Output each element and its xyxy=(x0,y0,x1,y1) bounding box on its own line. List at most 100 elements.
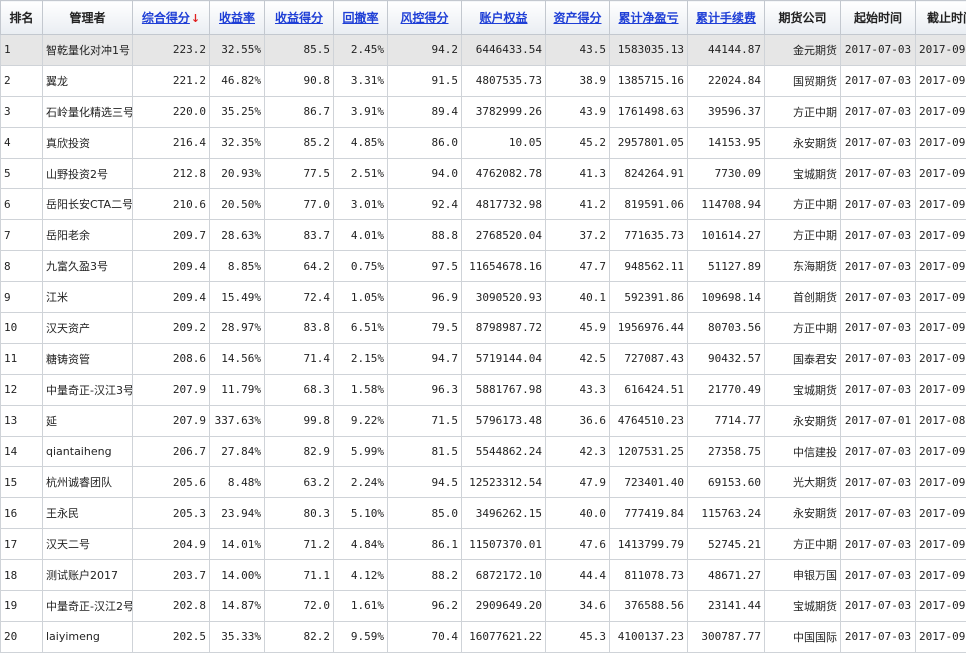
header-score-label: 综合得分 xyxy=(141,11,190,25)
cell-drawdown: 4.12% xyxy=(333,559,388,592)
cell-pnl: 4764510.23 xyxy=(609,404,688,437)
cell-risk_score: 96.9 xyxy=(387,281,462,314)
cell-fee: 69153.60 xyxy=(687,466,765,499)
header-score[interactable]: 综合得分↓ xyxy=(132,0,210,35)
cell-manager: 真欣投资 xyxy=(42,126,133,159)
header-risk_score[interactable]: 风控得分 xyxy=(387,0,462,35)
cell-firm: 永安期货 xyxy=(764,497,841,530)
cell-score: 210.6 xyxy=(132,188,210,221)
cell-score: 216.4 xyxy=(132,126,210,159)
cell-fee: 300787.77 xyxy=(687,620,765,653)
cell-pnl: 771635.73 xyxy=(609,219,688,252)
cell-risk_score: 85.0 xyxy=(387,497,462,530)
cell-pnl: 824264.91 xyxy=(609,157,688,190)
cell-score: 209.7 xyxy=(132,219,210,252)
cell-manager: 石岭量化精选三号 xyxy=(42,95,133,128)
cell-fee: 14153.95 xyxy=(687,126,765,159)
cell-firm: 申银万国 xyxy=(764,559,841,592)
cell-rank: 13 xyxy=(0,404,43,437)
cell-end: 2017-09-21 xyxy=(915,528,966,561)
cell-fee: 39596.37 xyxy=(687,95,765,128)
cell-drawdown: 4.01% xyxy=(333,219,388,252)
header-drawdown[interactable]: 回撤率 xyxy=(333,0,388,35)
table-row[interactable]: 8 九富久盈3号 209.4 8.85% 64.2 0.75% 97.5 11654678.1… xyxy=(0,250,966,283)
cell-start: 2017-07-03 xyxy=(840,590,916,622)
table-row[interactable]: 4 真欣投资 216.4 32.35% 85.2 4.85% 86.0 10.05 45.2 29… xyxy=(0,126,966,159)
cell-asset_score: 47.6 xyxy=(545,528,610,561)
table-header: 排名 管理者 综合得分↓ 收益率 收益得分 回撤率 风控得分 账户权益 资产得分 累计净盈亏 累计手… xyxy=(0,0,966,35)
table-row[interactable]: 12 中量奇正-汉江3号 207.9 11.79% 68.3 1.58% 96.3 58817… xyxy=(0,373,966,406)
cell-start: 2017-07-03 xyxy=(840,312,916,344)
cell-firm: 宝城期货 xyxy=(764,590,841,622)
cell-firm: 永安期货 xyxy=(764,126,841,159)
cell-return: 20.50% xyxy=(209,188,265,221)
cell-end: 2017-09-21 xyxy=(915,219,966,252)
table-row[interactable]: 16 王永民 205.3 23.94% 80.3 5.10% 85.0 3496262.15 4… xyxy=(0,497,966,530)
header-equity[interactable]: 账户权益 xyxy=(461,0,546,35)
cell-pnl: 1583035.13 xyxy=(609,34,688,66)
cell-asset_score: 42.3 xyxy=(545,435,610,468)
cell-equity: 5719144.04 xyxy=(461,342,546,375)
cell-pnl: 1761498.63 xyxy=(609,95,688,128)
header-pnl[interactable]: 累计净盈亏 xyxy=(609,0,688,35)
header-asset_score[interactable]: 资产得分 xyxy=(545,0,610,35)
table-row[interactable]: 3 石岭量化精选三号 220.0 35.25% 86.7 3.91% 89.4 3782999… xyxy=(0,95,966,128)
table-row[interactable]: 2 翼龙 221.2 46.82% 90.8 3.31% 91.5 4807535.73 38.… xyxy=(0,64,966,97)
cell-rank: 6 xyxy=(0,188,43,221)
table-row[interactable]: 17 汉天二号 204.9 14.01% 71.2 4.84% 86.1 11507370.0… xyxy=(0,528,966,561)
cell-risk_score: 71.5 xyxy=(387,404,462,437)
cell-equity: 6446433.54 xyxy=(461,34,546,66)
cell-rank: 1 xyxy=(0,34,43,66)
table-row[interactable]: 10 汉天资产 209.2 28.97% 83.8 6.51% 79.5 8798987.72… xyxy=(0,312,966,344)
cell-drawdown: 2.15% xyxy=(333,342,388,375)
table-row[interactable]: 7 岳阳老余 209.7 28.63% 83.7 4.01% 88.8 2768520.04 3… xyxy=(0,219,966,252)
table-row[interactable]: 9 江米 209.4 15.49% 72.4 1.05% 96.9 3090520.93 40.… xyxy=(0,281,966,314)
table-row[interactable]: 6 岳阳长安CTA二号 210.6 20.50% 77.0 3.01% 92.4 481773… xyxy=(0,188,966,221)
cell-risk_score: 86.0 xyxy=(387,126,462,159)
cell-equity: 3782999.26 xyxy=(461,95,546,128)
header-return_score[interactable]: 收益得分 xyxy=(264,0,334,35)
cell-return_score: 68.3 xyxy=(264,373,334,406)
table-row[interactable]: 13 延 207.9 337.63% 99.8 9.22% 71.5 5796173.48 36… xyxy=(0,404,966,437)
table-row[interactable]: 18 测试账户2017 203.7 14.00% 71.1 4.12% 88.2 687217… xyxy=(0,559,966,592)
table-row[interactable]: 15 杭州诚睿团队 205.6 8.48% 63.2 2.24% 94.5 12523312.… xyxy=(0,466,966,499)
header-return-label: 收益率 xyxy=(218,11,255,25)
header-fee[interactable]: 累计手续费 xyxy=(687,0,765,35)
cell-return_score: 77.5 xyxy=(264,157,334,190)
cell-return: 35.33% xyxy=(209,620,265,653)
cell-equity: 4817732.98 xyxy=(461,188,546,221)
cell-risk_score: 92.4 xyxy=(387,188,462,221)
cell-drawdown: 2.45% xyxy=(333,34,388,66)
cell-asset_score: 47.7 xyxy=(545,250,610,283)
cell-return: 11.79% xyxy=(209,373,265,406)
cell-manager: 岳阳长安CTA二号 xyxy=(42,188,133,221)
cell-start: 2017-07-03 xyxy=(840,497,916,530)
table-row[interactable]: 11 糖铸资管 208.6 14.56% 71.4 2.15% 94.7 5719144.04… xyxy=(0,342,966,375)
table-row[interactable]: 1 智乾量化对冲1号 223.2 32.55% 85.5 2.45% 94.2 6446433… xyxy=(0,34,966,66)
cell-score: 206.7 xyxy=(132,435,210,468)
cell-manager: 杭州诚睿团队 xyxy=(42,466,133,499)
table-row[interactable]: 14 qiantaiheng 206.7 27.84% 82.9 5.99% 81.5 554… xyxy=(0,435,966,468)
table-row[interactable]: 5 山野投资2号 212.8 20.93% 77.5 2.51% 94.0 4762082.7… xyxy=(0,157,966,190)
cell-fee: 7714.77 xyxy=(687,404,765,437)
cell-end: 2017-09-21 xyxy=(915,126,966,159)
header-return[interactable]: 收益率 xyxy=(209,0,265,35)
cell-fee: 80703.56 xyxy=(687,312,765,344)
cell-equity: 16077621.22 xyxy=(461,620,546,653)
cell-drawdown: 5.10% xyxy=(333,497,388,530)
cell-manager: 汉天资产 xyxy=(42,312,133,344)
cell-end: 2017-09-21 xyxy=(915,620,966,653)
cell-return: 23.94% xyxy=(209,497,265,530)
cell-equity: 10.05 xyxy=(461,126,546,159)
table-row[interactable]: 20 laiyimeng 202.5 35.33% 82.2 9.59% 70.4 16077… xyxy=(0,620,966,653)
cell-equity: 2909649.20 xyxy=(461,590,546,622)
cell-rank: 12 xyxy=(0,373,43,406)
cell-manager: laiyimeng xyxy=(42,620,133,653)
cell-asset_score: 37.2 xyxy=(545,219,610,252)
cell-return_score: 80.3 xyxy=(264,497,334,530)
ranking-table: 排名 管理者 综合得分↓ 收益率 收益得分 回撤率 风控得分 账户权益 资产得分 累计净盈亏 累计手… xyxy=(0,0,966,653)
cell-return_score: 90.8 xyxy=(264,64,334,97)
cell-score: 223.2 xyxy=(132,34,210,66)
cell-rank: 14 xyxy=(0,435,43,468)
table-row[interactable]: 19 中量奇正-汉江2号 202.8 14.87% 72.0 1.61% 96.2 29096… xyxy=(0,590,966,622)
